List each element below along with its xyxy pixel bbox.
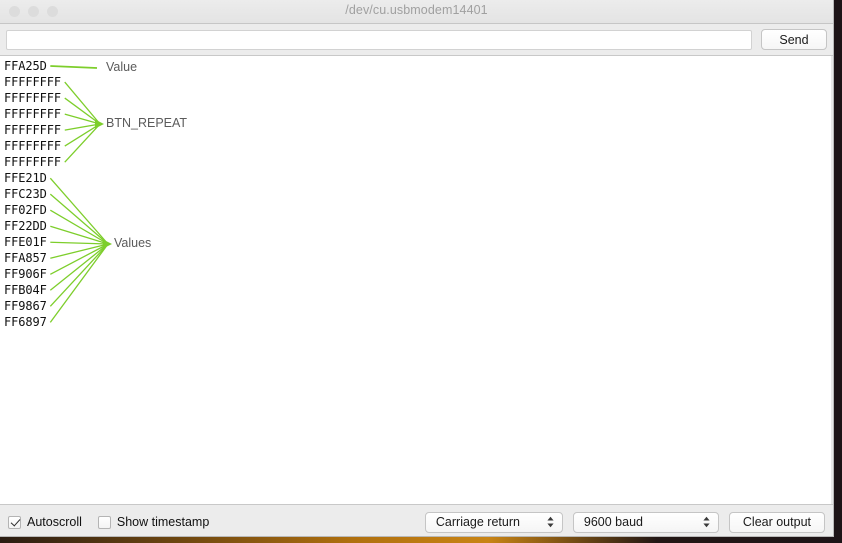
window-title: /dev/cu.usbmodem14401 [345, 3, 488, 17]
line-ending-dropdown[interactable]: Carriage return [424, 511, 563, 533]
autoscroll-checkbox-group[interactable]: Autoscroll [8, 515, 82, 529]
send-button[interactable]: Send [761, 29, 827, 50]
title-bar[interactable]: /dev/cu.usbmodem14401 [0, 0, 833, 24]
autoscroll-label: Autoscroll [27, 515, 82, 529]
annotation-label: BTN_REPEAT [106, 116, 188, 130]
annotation-label: Value [106, 60, 138, 74]
show-timestamp-label: Show timestamp [116, 515, 210, 529]
send-row: Send [0, 24, 833, 55]
serial-monitor-window: /dev/cu.usbmodem14401 Send FFA25D FFFFFF… [0, 0, 834, 537]
autoscroll-checkbox[interactable] [8, 515, 21, 529]
baud-rate-dropdown[interactable]: 9600 baud [572, 511, 719, 533]
bottom-toolbar: Autoscroll Show timestamp Carriage retur… [0, 505, 833, 536]
serial-send-input[interactable] [6, 29, 752, 50]
chevron-updown-icon [702, 516, 711, 529]
chevron-updown-icon [546, 516, 555, 529]
show-timestamp-checkbox[interactable] [97, 515, 111, 529]
annotation-label: Values [114, 236, 152, 250]
serial-log-text: FFA25D FFFFFFFF FFFFFFFF FFFFFFFF FFFFFF… [4, 59, 61, 330]
vertical-scrollbar[interactable] [831, 56, 833, 504]
show-timestamp-checkbox-group[interactable]: Show timestamp [97, 515, 210, 529]
line-ending-value: Carriage return [435, 515, 520, 529]
clear-output-button[interactable]: Clear output [728, 511, 825, 533]
baud-rate-value: 9600 baud [583, 515, 643, 529]
serial-output-area[interactable]: FFA25D FFFFFFFF FFFFFFFF FFFFFFFF FFFFFF… [0, 55, 833, 505]
